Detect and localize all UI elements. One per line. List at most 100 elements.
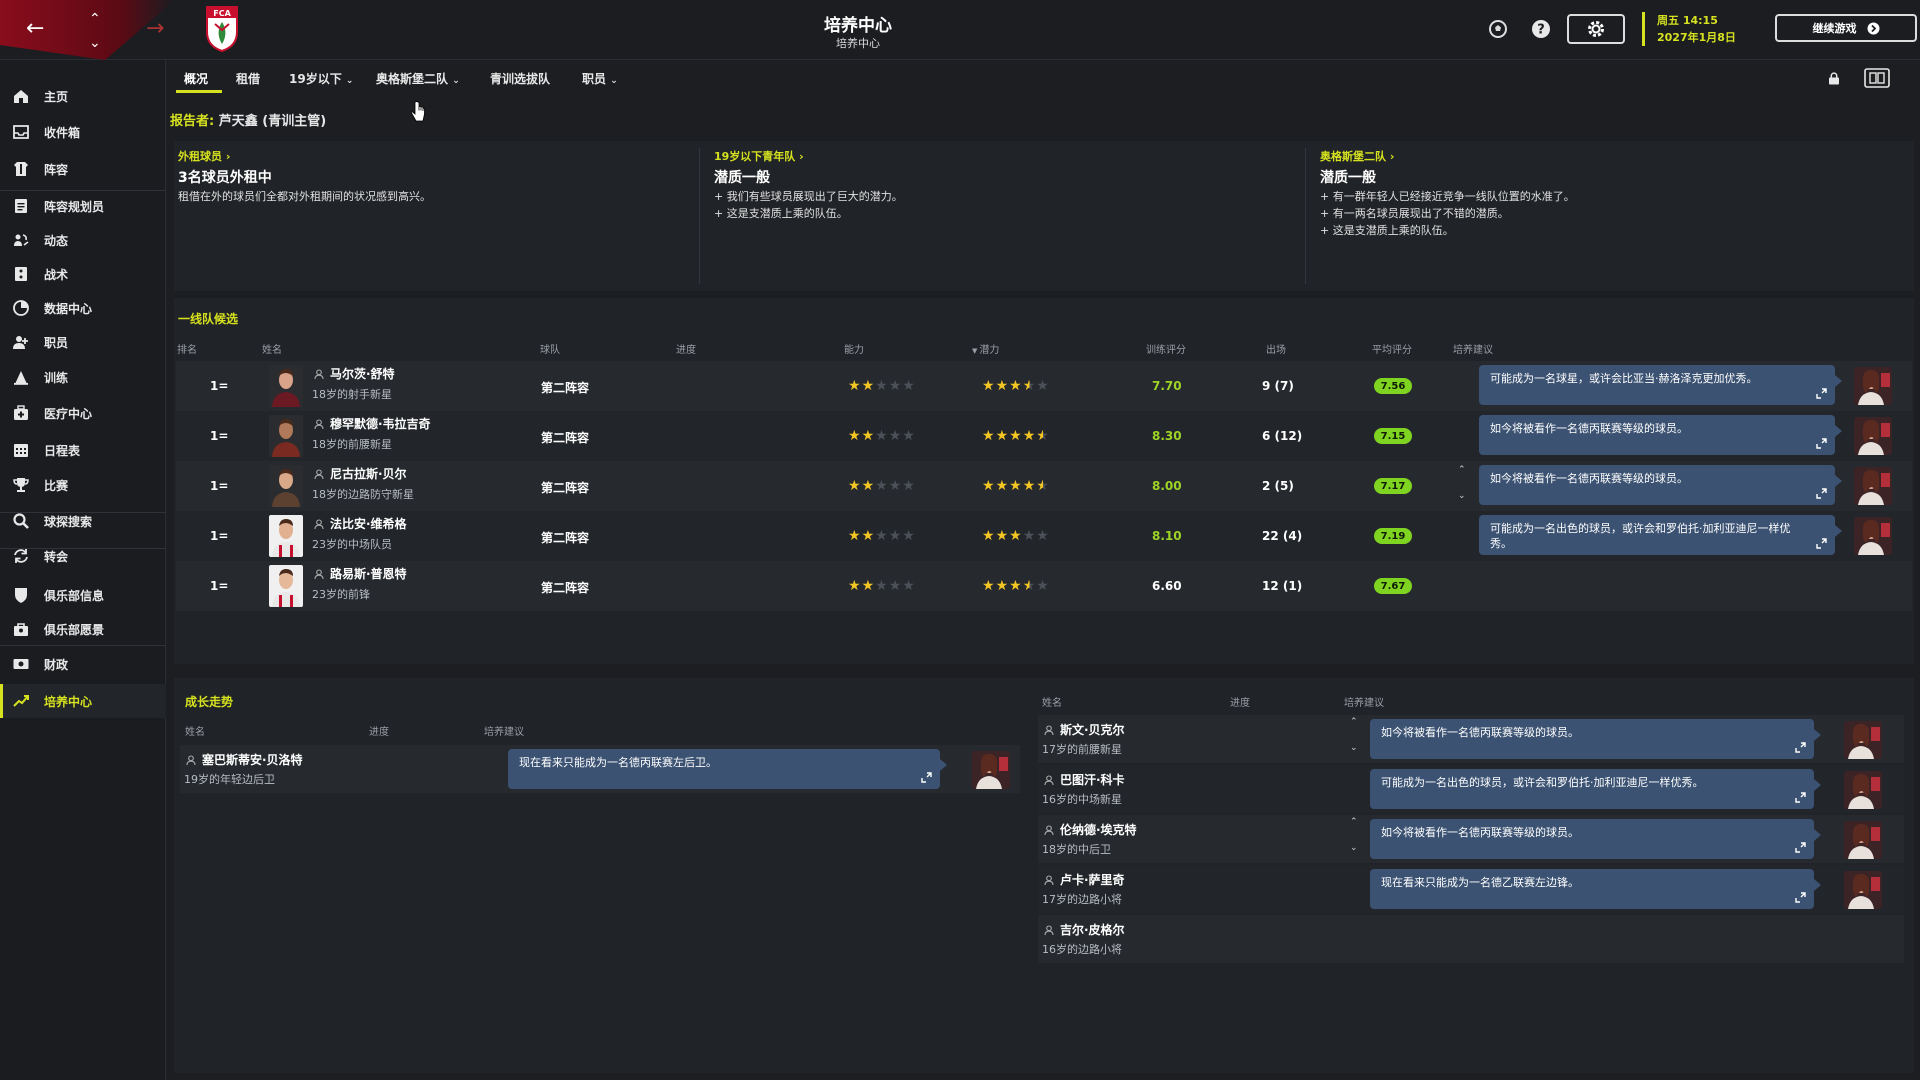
overview-link[interactable]: 外租球员 › — [178, 148, 431, 164]
sidebar-item-clipboard[interactable]: 阵容规划员 — [0, 189, 166, 223]
player-name[interactable]: 尼古拉斯·贝尔 — [314, 465, 407, 482]
table-row[interactable]: 伦纳德·埃克特 18岁的中后卫 ⌃ ⌄ 如今将被看作一名德丙联赛等级的球员。 — [1038, 815, 1904, 863]
coach-avatar[interactable] — [1854, 517, 1892, 555]
player-photo[interactable] — [269, 565, 303, 607]
chevron-up-icon[interactable]: ⌃ — [1350, 817, 1358, 827]
sidebar-item-calendar[interactable]: 日程表 — [0, 433, 166, 467]
coach-avatar[interactable] — [1844, 821, 1882, 859]
sidebar-item-shield[interactable]: 俱乐部信息 — [0, 578, 166, 612]
player-name[interactable]: 伦纳德·埃克特 — [1044, 821, 1137, 838]
coach-avatar[interactable] — [1844, 721, 1882, 759]
advice-bubble[interactable]: 如今将被看作一名德丙联赛等级的球员。 — [1479, 415, 1842, 455]
tab-youth-intake[interactable]: 青训选拔队 — [490, 70, 550, 87]
advice-bubble[interactable]: 可能成为一名出色的球员，或许会和罗伯托·加利亚迪尼一样优秀。 — [1479, 515, 1842, 555]
expand-icon[interactable] — [1795, 742, 1806, 753]
advice-bubble[interactable]: 可能成为一名出色的球员，或许会和罗伯托·加利亚迪尼一样优秀。 — [1370, 769, 1821, 809]
column-header[interactable]: 排名 — [177, 341, 197, 356]
coach-avatar[interactable] — [1844, 771, 1882, 809]
player-name[interactable]: 塞巴斯蒂安·贝洛特 — [186, 751, 303, 768]
table-row[interactable]: 塞巴斯蒂安·贝洛特 19岁的年轻边后卫 现在看来只能成为一名德丙联赛左后卫。 — [180, 745, 1020, 793]
column-header[interactable]: 出场 — [1266, 341, 1286, 356]
table-row[interactable]: 1= 路易斯·普恩特 23岁的前锋 第二阵容 ★★★★★ ★★★★★ 6.60 12 (1) 7… — [176, 561, 1912, 611]
advice-bubble[interactable]: 如今将被看作一名德丙联赛等级的球员。 — [1370, 819, 1821, 859]
tab-overview[interactable]: 概况 — [184, 70, 208, 87]
column-header[interactable]: 进度 — [1230, 694, 1250, 709]
column-header[interactable]: 训练评分 — [1146, 341, 1186, 356]
expand-icon[interactable] — [1795, 792, 1806, 803]
sidebar-item-trophy[interactable]: 比赛 — [0, 468, 166, 502]
layout-icon[interactable] — [1864, 68, 1890, 88]
lock-icon[interactable] — [1828, 72, 1840, 85]
sidebar-item-dynamics[interactable]: 动态 — [0, 223, 166, 257]
sidebar-item-training[interactable]: 训练 — [0, 360, 166, 394]
sidebar-item-vision[interactable]: 俱乐部愿景 — [0, 612, 166, 646]
expand-icon[interactable] — [1816, 538, 1827, 549]
advice-bubble[interactable]: 现在看来只能成为一名德丙联赛左后卫。 — [508, 749, 947, 789]
advice-bubble[interactable]: 如今将被看作一名德丙联赛等级的球员。 — [1370, 719, 1821, 759]
overview-link[interactable]: 19岁以下青年队 › — [714, 148, 903, 164]
chevron-down-icon[interactable]: ⌄ — [1350, 843, 1358, 853]
column-header[interactable]: 平均评分 — [1372, 341, 1412, 356]
coach-avatar[interactable] — [972, 751, 1010, 789]
player-name[interactable]: 路易斯·普恩特 — [314, 565, 407, 582]
sidebar-item-finance[interactable]: 财政 — [0, 647, 166, 681]
chevron-down-icon[interactable]: ⌄ — [1458, 491, 1466, 501]
player-name[interactable]: 马尔茨·舒特 — [314, 365, 395, 382]
expand-icon[interactable] — [1795, 842, 1806, 853]
sidebar-item-medical[interactable]: 医疗中心 — [0, 396, 166, 430]
player-photo[interactable] — [269, 365, 303, 407]
table-row[interactable]: 1= 尼古拉斯·贝尔 18岁的边路防守新星 第二阵容 ★★★★★ ★★★★★ 8.00 2 (… — [176, 461, 1912, 511]
overview-link[interactable]: 奥格斯堡二队 › — [1320, 148, 1575, 164]
advice-bubble[interactable]: 现在看来只能成为一名德乙联赛左边锋。 — [1370, 869, 1821, 909]
reporter-name[interactable]: 芦天鑫 (青训主管) — [219, 114, 326, 129]
sidebar-item-search[interactable]: 球探搜索 — [0, 504, 166, 538]
table-row[interactable]: 1= 穆罕默德·韦拉吉奇 18岁的前腰新星 第二阵容 ★★★★★ ★★★★★ 8.30 6 (… — [176, 411, 1912, 461]
sidebar-item-home[interactable]: 主页 — [0, 79, 166, 113]
help-icon[interactable]: ? — [1530, 18, 1552, 40]
column-header[interactable]: 培养建议 — [484, 723, 524, 738]
expand-icon[interactable] — [921, 772, 932, 783]
column-header[interactable]: 能力 — [844, 341, 864, 356]
column-header[interactable]: 进度 — [676, 341, 696, 356]
sidebar-item-development[interactable]: 培养中心 — [0, 684, 166, 718]
continue-button[interactable]: 继续游戏 — [1775, 14, 1917, 42]
chevron-up-icon[interactable]: ⌃ — [1350, 717, 1358, 727]
column-header[interactable]: 姓名 — [185, 723, 205, 738]
player-name[interactable]: 吉尔·皮格尔 — [1044, 921, 1125, 938]
coach-avatar[interactable] — [1844, 871, 1882, 909]
column-header[interactable]: 培养建议 — [1344, 694, 1384, 709]
tab-reserves[interactable]: 奥格斯堡二队 ⌄ — [376, 70, 460, 87]
expand-icon[interactable] — [1816, 488, 1827, 499]
sidebar-item-shirt[interactable]: 阵容 — [0, 152, 166, 186]
column-header[interactable]: 进度 — [369, 723, 389, 738]
tab-loans[interactable]: 租借 — [236, 70, 260, 87]
player-photo[interactable] — [269, 465, 303, 507]
expand-icon[interactable] — [1816, 438, 1827, 449]
player-photo[interactable] — [269, 415, 303, 457]
player-name[interactable]: 卢卡·萨里奇 — [1044, 871, 1125, 888]
chevron-up-icon[interactable]: ⌃ — [1458, 465, 1466, 475]
player-name[interactable]: 穆罕默德·韦拉吉奇 — [314, 415, 431, 432]
settings-button[interactable] — [1567, 14, 1625, 44]
column-header[interactable]: 姓名 — [1042, 694, 1062, 709]
advice-bubble[interactable]: 如今将被看作一名德丙联赛等级的球员。 — [1479, 465, 1842, 505]
sidebar-item-transfer[interactable]: 转会 — [0, 539, 166, 573]
sidebar-item-data[interactable]: 数据中心 — [0, 291, 166, 325]
coach-avatar[interactable] — [1854, 367, 1892, 405]
table-row[interactable]: 吉尔·皮格尔 16岁的边路小将 — [1038, 915, 1904, 963]
advice-bubble[interactable]: 可能成为一名球星，或许会比亚当·赫洛泽克更加优秀。 — [1479, 365, 1842, 405]
table-row[interactable]: 斯文·贝克尔 17岁的前腰新星 ⌃ ⌄ 如今将被看作一名德丙联赛等级的球员。 — [1038, 715, 1904, 763]
table-row[interactable]: 1= 法比安·维希格 23岁的中场队员 第二阵容 ★★★★★ ★★★★★ 8.10 22 (4… — [176, 511, 1912, 561]
table-row[interactable]: 卢卡·萨里奇 17岁的边路小将 现在看来只能成为一名德乙联赛左边锋。 — [1038, 865, 1904, 913]
tab-u19[interactable]: 19岁以下 ⌄ — [289, 70, 353, 87]
table-row[interactable]: 1= 马尔茨·舒特 18岁的射手新星 第二阵容 ★★★★★ ★★★★★ 7.70 9 (7) 7… — [176, 361, 1912, 411]
sidebar-item-tactics[interactable]: 战术 — [0, 257, 166, 291]
sidebar-item-inbox[interactable]: 收件箱 — [0, 115, 166, 149]
chevron-down-icon[interactable]: ⌄ — [1350, 743, 1358, 753]
column-header[interactable]: ▼ 潜力 — [972, 341, 999, 356]
soccer-ball-icon[interactable] — [1487, 18, 1509, 40]
column-header[interactable]: 球队 — [540, 341, 560, 356]
table-row[interactable]: 巴图汗·科卡 16岁的中场新星 可能成为一名出色的球员，或许会和罗伯托·加利亚迪尼一… — [1038, 765, 1904, 813]
column-header[interactable]: 姓名 — [262, 341, 282, 356]
tab-staff[interactable]: 职员 ⌄ — [582, 70, 618, 87]
